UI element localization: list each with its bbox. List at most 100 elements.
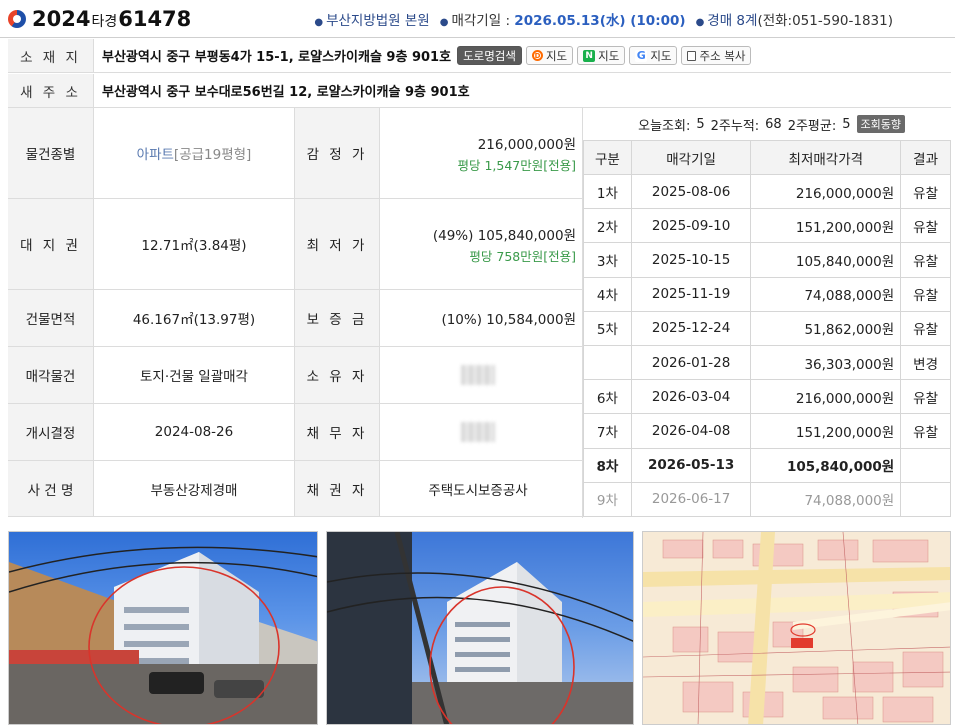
creditor-value: 주택도시보증공사 bbox=[428, 482, 528, 499]
land-label: 대 지 권 bbox=[8, 199, 94, 289]
start-decision-value: 2024-08-26 bbox=[94, 404, 295, 460]
sched-result: 유찰 bbox=[900, 310, 951, 346]
auction-schedule: 오늘조회: 5 2주누적: 68 2주평균: 5 조회동향 구분 매각기일 최저매각가… bbox=[582, 108, 951, 518]
sched-round bbox=[583, 344, 632, 381]
sched-round: 5차 bbox=[583, 310, 632, 346]
court-name: ● 부산지방법원 본원 bbox=[314, 12, 430, 29]
land-value: 12.71㎡(3.84평) bbox=[94, 199, 295, 289]
sched-price: 216,000,000원 bbox=[750, 173, 902, 210]
location-row: 소 재 지 부산광역시 중구 부평동4가 15-1, 로얄스카이캐슬 9층 90… bbox=[8, 39, 951, 73]
sched-result bbox=[900, 447, 951, 483]
building-photo-1[interactable] bbox=[8, 531, 318, 725]
view-trend-button[interactable]: 조회동향 bbox=[856, 115, 905, 133]
google-icon: G bbox=[635, 49, 648, 62]
schedule-row: 9차 2026-06-17 74,088,000원 bbox=[583, 481, 951, 517]
sched-result: 유찰 bbox=[900, 173, 951, 210]
schedule-row: 1차 2025-08-06 216,000,000원 유찰 bbox=[583, 173, 951, 210]
google-map-button[interactable]: G 지도 bbox=[629, 46, 678, 65]
sched-price: 36,303,000원 bbox=[750, 344, 902, 381]
col-result: 결과 bbox=[900, 140, 951, 175]
schedule-row: 4차 2025-11-19 74,088,000원 유찰 bbox=[583, 276, 951, 312]
info-row: 대 지 권 12.71㎡(3.84평) 최 저 가 (49%) 105,840,… bbox=[8, 199, 582, 290]
copy-icon bbox=[687, 50, 697, 61]
sched-result: 유찰 bbox=[900, 208, 951, 244]
sale-object-value: 토지·건물 일괄매각 bbox=[94, 347, 295, 403]
location-address: 부산광역시 중구 부평동4가 15-1, 로얄스카이캐슬 9층 901호 bbox=[102, 50, 452, 65]
sched-round: 9차 bbox=[583, 481, 632, 517]
sched-date: 2025-11-19 bbox=[630, 276, 752, 312]
case-name-value: 부동산강제경매 bbox=[94, 461, 295, 516]
schedule-row: 7차 2026-04-08 151,200,000원 유찰 bbox=[583, 413, 951, 449]
sched-price: 105,840,000원 bbox=[750, 242, 902, 278]
owner-label: 소 유 자 bbox=[295, 347, 380, 403]
sched-date: 2025-09-10 bbox=[630, 208, 752, 244]
owner-value bbox=[380, 347, 582, 403]
map-buttons: 도로명검색 D 지도 N 지도 G 지도 주소 복사 bbox=[457, 46, 752, 65]
blurred-name bbox=[461, 422, 495, 442]
sched-result: 변경 bbox=[900, 344, 951, 381]
case-number: 2024 타경 61478 bbox=[32, 6, 192, 31]
col-price: 최저매각가격 bbox=[750, 140, 902, 175]
type-value: 아파트 [공급19평형] bbox=[94, 108, 295, 198]
schedule-row: 3차 2025-10-15 105,840,000원 유찰 bbox=[583, 242, 951, 278]
sched-round: 6차 bbox=[583, 379, 632, 415]
appraisal-value: 216,000,000원 평당 1,547만원[전용] bbox=[457, 136, 576, 173]
bullet-icon: ● bbox=[695, 16, 705, 28]
blurred-name bbox=[461, 365, 495, 385]
sched-date: 2025-12-24 bbox=[630, 310, 752, 346]
type-label: 물건종별 bbox=[8, 108, 94, 198]
min-price-value: (49%) 105,840,000원 평당 758만원[전용] bbox=[432, 227, 576, 264]
sched-result bbox=[900, 481, 951, 517]
new-address: 부산광역시 중구 보수대로56번길 12, 로얄스카이캐슬 9층 901호 bbox=[102, 85, 470, 100]
sched-result: 유찰 bbox=[900, 413, 951, 449]
schedule-table: 구분 매각기일 최저매각가격 결과 1차 2025-08-06 216,000,00… bbox=[583, 140, 951, 517]
info-row: 개시결정 2024-08-26 채 무 자 bbox=[8, 404, 582, 461]
sched-round: 2차 bbox=[583, 208, 632, 244]
case-name-label: 사 건 명 bbox=[8, 461, 94, 516]
schedule-row: 2026-01-28 36,303,000원 변경 bbox=[583, 344, 951, 381]
sched-price: 74,088,000원 bbox=[750, 276, 902, 312]
col-round: 구분 bbox=[583, 140, 632, 175]
daum-map-button[interactable]: D 지도 bbox=[525, 46, 574, 65]
sched-date: 2026-04-08 bbox=[630, 413, 752, 449]
naver-map-button[interactable]: N 지도 bbox=[577, 46, 626, 65]
schedule-row: 5차 2025-12-24 51,862,000원 유찰 bbox=[583, 310, 951, 346]
sched-date: 2026-06-17 bbox=[630, 481, 752, 517]
location-map[interactable] bbox=[642, 531, 951, 725]
copy-address-button[interactable]: 주소 복사 bbox=[681, 46, 752, 65]
building-area-value: 46.167㎡(13.97평) bbox=[94, 290, 295, 346]
appraisal-label: 감 정 가 bbox=[295, 108, 380, 198]
case-header: 2024 타경 61478 ● 부산지방법원 본원 ● 매각기일 : 2026.05… bbox=[0, 0, 955, 38]
naver-icon: N bbox=[583, 49, 596, 62]
debtor-value bbox=[380, 404, 582, 460]
sched-result: 유찰 bbox=[900, 379, 951, 415]
deposit-value: (10%) 10,584,000원 bbox=[441, 312, 576, 328]
sched-price: 151,200,000원 bbox=[750, 208, 902, 244]
sched-round: 1차 bbox=[583, 173, 632, 210]
sched-result: 유찰 bbox=[900, 242, 951, 278]
sched-price: 151,200,000원 bbox=[750, 413, 902, 449]
sched-round: 7차 bbox=[583, 413, 632, 449]
bullet-icon: ● bbox=[439, 16, 449, 28]
min-price-label: 최 저 가 bbox=[295, 199, 380, 289]
sale-date: ● 매각기일 : 2026.05.13(水) (10:00) bbox=[439, 12, 686, 29]
new-address-row: 새 주 소 부산광역시 중구 보수대로56번길 12, 로얄스카이캐슬 9층 9… bbox=[8, 74, 951, 108]
sched-round: 8차 bbox=[583, 447, 632, 483]
building-area-label: 건물면적 bbox=[8, 290, 94, 346]
info-row: 매각물건 토지·건물 일괄매각 소 유 자 bbox=[8, 347, 582, 404]
daum-icon: D bbox=[531, 50, 543, 61]
deposit-label: 보 증 금 bbox=[295, 290, 380, 346]
building-photo-2[interactable] bbox=[326, 531, 634, 725]
building-photo-graphic bbox=[9, 546, 317, 724]
property-info-table: 물건종별 아파트 [공급19평형] 감 정 가 216,000,000원 평당 1,… bbox=[8, 108, 582, 517]
info-row: 건물면적 46.167㎡(13.97평) 보 증 금 (10%) 10,584,… bbox=[8, 290, 582, 347]
sched-date: 2025-10-15 bbox=[630, 242, 752, 278]
schedule-row: 2차 2025-09-10 151,200,000원 유찰 bbox=[583, 208, 951, 244]
sched-price: 51,862,000원 bbox=[750, 310, 902, 346]
schedule-row: 8차 2026-05-13 105,840,000원 bbox=[583, 447, 951, 483]
sched-date: 2026-03-04 bbox=[630, 379, 752, 415]
debtor-label: 채 무 자 bbox=[295, 404, 380, 460]
road-search-button[interactable]: 도로명검색 bbox=[457, 46, 522, 65]
col-date: 매각기일 bbox=[630, 140, 752, 175]
view-stats: 오늘조회: 5 2주누적: 68 2주평균: 5 조회동향 bbox=[583, 108, 951, 140]
